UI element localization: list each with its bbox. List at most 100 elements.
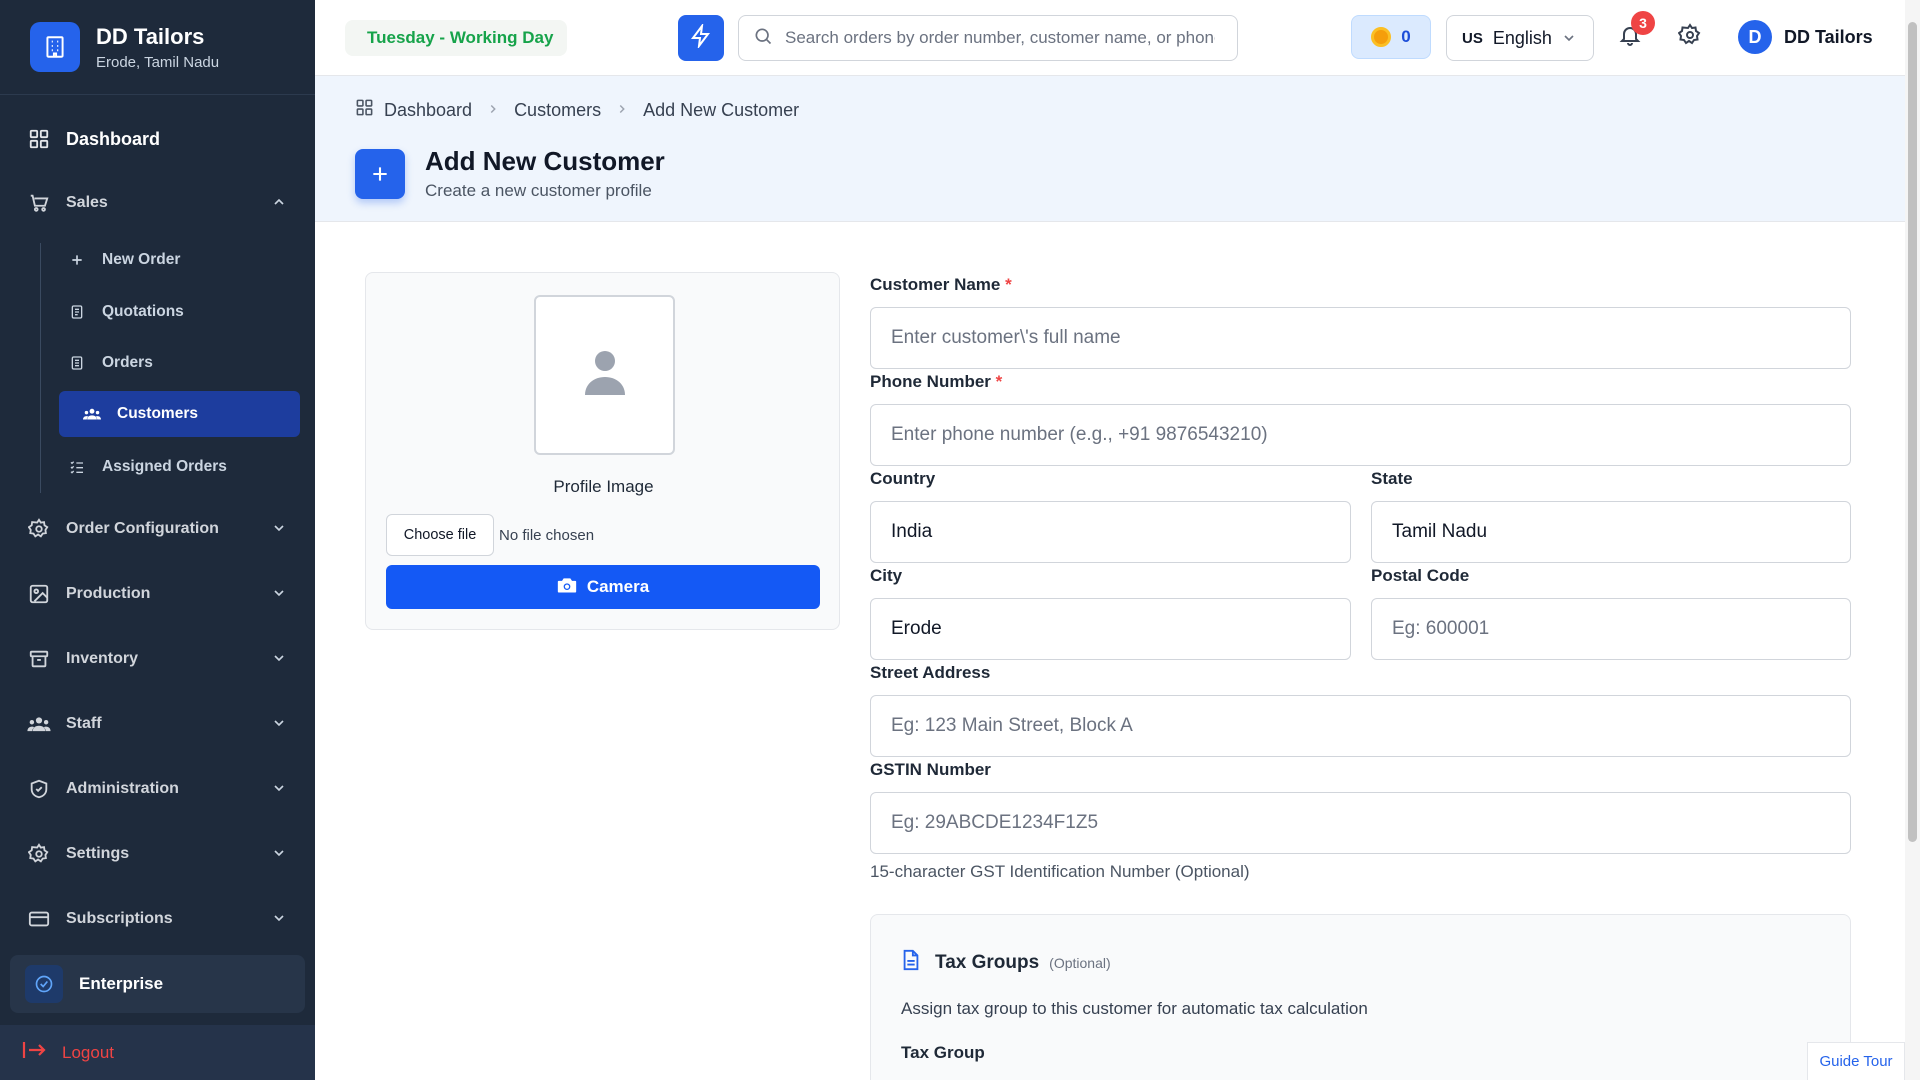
grid-icon	[27, 127, 51, 151]
required-marker: *	[995, 372, 1003, 391]
country-input[interactable]	[870, 501, 1351, 563]
sidebar-item-new-order[interactable]: New Order	[58, 237, 300, 283]
sidebar-item-customers[interactable]: Customers	[59, 391, 300, 437]
street-address-input[interactable]	[870, 695, 1851, 757]
chevron-down-icon	[271, 585, 287, 606]
logout-label: Logout	[62, 1042, 114, 1062]
sidebar-item-administration[interactable]: Administration	[0, 765, 315, 813]
camera-label: Camera	[586, 577, 650, 596]
profile-image-card: Profile Image Choose file No file chosen…	[365, 272, 840, 630]
lightning-icon	[689, 21, 713, 53]
city-label: City	[870, 566, 903, 585]
breadcrumb: Dashboard Customers Add New Customer	[355, 98, 799, 122]
global-search	[738, 15, 1238, 61]
camera-button[interactable]: Camera	[386, 565, 820, 609]
postal-code-input[interactable]	[1371, 598, 1851, 660]
sidebar-item-assigned-orders[interactable]: Assigned Orders	[58, 444, 300, 490]
tax-groups-description: Assign tax group to this customer for au…	[901, 999, 1368, 1018]
sidebar-item-label: New Order	[102, 251, 181, 268]
gstin-label: GSTIN Number	[870, 760, 991, 779]
building-icon	[30, 22, 80, 72]
choose-file-button[interactable]: Choose file	[386, 514, 494, 556]
tax-groups-title: Tax Groups	[935, 951, 1040, 973]
page-scrollbar[interactable]	[1905, 0, 1920, 1080]
sidebar-item-orders[interactable]: Orders	[58, 340, 300, 386]
user-menu[interactable]: D DD Tailors	[1738, 20, 1873, 54]
sidebar-item-dashboard[interactable]: Dashboard	[0, 115, 315, 163]
chevron-down-icon	[1561, 30, 1577, 51]
sidebar-item-label: Orders	[102, 354, 153, 371]
required-marker: *	[1005, 275, 1012, 294]
chevron-down-icon	[271, 910, 287, 931]
page-heading: Add New Customer Create a new customer p…	[355, 146, 665, 201]
grid-icon	[355, 98, 374, 122]
shield-icon	[27, 777, 51, 801]
gstin-hint: 15-character GST Identification Number (…	[870, 862, 1250, 881]
gstin-input[interactable]	[870, 792, 1851, 854]
city-input[interactable]	[870, 598, 1351, 660]
submenu-guide-line	[40, 243, 41, 493]
sidebar-item-sales[interactable]: Sales	[0, 179, 315, 227]
profile-image-preview[interactable]	[534, 295, 675, 455]
document-icon	[68, 303, 86, 321]
plus-icon	[355, 148, 405, 199]
chevron-down-icon	[271, 650, 287, 671]
country-label: Country	[870, 469, 936, 488]
users-icon	[83, 405, 101, 423]
sidebar-item-label: Settings	[66, 845, 130, 862]
sidebar-item-quotations[interactable]: Quotations	[58, 289, 300, 335]
breadcrumb-dashboard[interactable]: Dashboard	[384, 100, 472, 121]
users-icon	[27, 712, 51, 736]
phone-input[interactable]	[870, 404, 1851, 466]
search-icon	[753, 26, 773, 51]
chevron-down-icon	[271, 715, 287, 736]
sidebar-item-inventory[interactable]: Inventory	[0, 635, 315, 683]
sidebar-item-label: Production	[66, 585, 151, 602]
page-title: Add New Customer	[425, 146, 665, 176]
page-header: Dashboard Customers Add New Customer Add…	[315, 76, 1905, 222]
language-label: English	[1492, 27, 1552, 48]
customer-name-label-text: Customer Name	[870, 275, 1001, 294]
quick-action-button[interactable]	[678, 15, 724, 61]
scrollbar-thumb[interactable]	[1908, 22, 1917, 842]
language-select[interactable]: US English	[1446, 15, 1594, 61]
chevron-right-icon	[486, 100, 500, 121]
image-icon	[27, 582, 51, 606]
phone-label-text: Phone Number	[870, 372, 991, 391]
customer-name-label: Customer Name *	[870, 275, 1012, 295]
profile-image-label: Profile Image	[553, 477, 654, 496]
brand-location: Erode, Tamil Nadu	[96, 53, 220, 71]
top-bar: Tuesday - Working Day 0 US English 3 D D…	[315, 0, 1905, 76]
street-address-label: Street Address	[870, 663, 991, 682]
sidebar-item-subscriptions[interactable]: Subscriptions	[0, 895, 315, 943]
sidebar-item-label: Subscriptions	[66, 910, 173, 927]
gear-icon	[1677, 22, 1702, 52]
plan-badge[interactable]: Enterprise	[10, 955, 305, 1013]
logout-icon	[22, 1040, 46, 1065]
sidebar-item-settings[interactable]: Settings	[0, 830, 315, 878]
plan-label: Enterprise	[79, 974, 164, 993]
guide-tour-button[interactable]: Guide Tour	[1807, 1042, 1905, 1080]
coin-balance[interactable]: 0	[1351, 15, 1431, 59]
state-input[interactable]	[1371, 501, 1851, 563]
sidebar-item-production[interactable]: Production	[0, 570, 315, 618]
logout-button[interactable]: Logout	[0, 1025, 315, 1080]
user-placeholder-icon	[583, 349, 627, 402]
list-icon	[68, 354, 86, 372]
chevron-down-icon	[271, 780, 287, 801]
sidebar-item-label: Staff	[66, 715, 102, 732]
breadcrumb-customers[interactable]: Customers	[514, 100, 601, 121]
settings-button[interactable]	[1675, 22, 1705, 52]
customer-name-input[interactable]	[870, 307, 1851, 369]
checklist-icon	[68, 458, 86, 476]
search-input[interactable]	[785, 28, 1215, 48]
sidebar-item-label: Quotations	[102, 303, 184, 320]
chevron-down-icon	[271, 845, 287, 866]
gear-icon	[27, 517, 51, 541]
sidebar-item-label: Sales	[66, 194, 108, 211]
notification-count-badge: 3	[1631, 11, 1655, 35]
gear-icon	[27, 842, 51, 866]
sidebar-item-staff[interactable]: Staff	[0, 700, 315, 748]
sidebar-item-order-configuration[interactable]: Order Configuration	[0, 505, 315, 553]
chevron-right-icon	[615, 100, 629, 121]
